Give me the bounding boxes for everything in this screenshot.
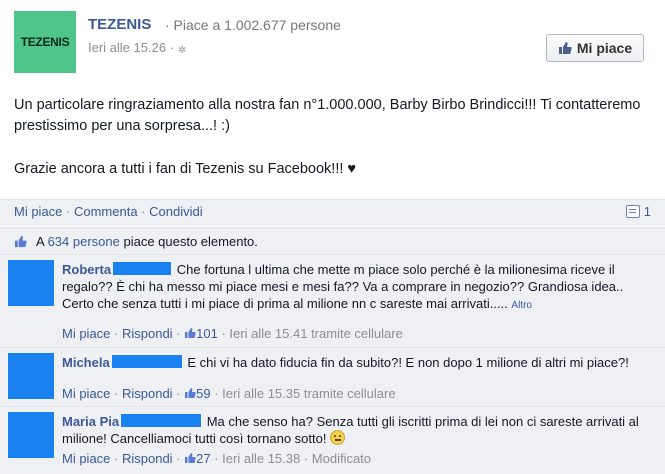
redacted-surname (121, 414, 202, 427)
avatar[interactable] (8, 353, 54, 399)
comment-meta: Mi piace · Rispondi · 59 · Ieri alle 15.… (62, 386, 396, 401)
like-page-label: Mi piace (576, 40, 633, 56)
share-link[interactable]: Condividi (149, 204, 202, 219)
avatar[interactable] (8, 412, 54, 458)
comment-link[interactable]: Commenta (74, 204, 138, 219)
comment-author-link[interactable]: Maria Pia (62, 414, 119, 429)
comment-like-link[interactable]: Mi piace (62, 386, 110, 401)
comment-item: Maria Pia Ma che senso ha? Senza tutti g… (0, 406, 665, 474)
like-count-icon (185, 328, 196, 338)
comment-item: Roberta Che fortuna l ultima che mette m… (0, 254, 665, 347)
comment-icon (625, 205, 640, 218)
comment-body: Maria Pia Ma che senso ha? Senza tutti g… (62, 413, 652, 447)
page-logo[interactable]: TEZENIS (14, 11, 76, 73)
comment-like-count[interactable]: 27 (196, 451, 210, 466)
post-header: TEZENIS TEZENIS · Piace a 1.002.677 pers… (0, 0, 665, 80)
thumbs-up-icon (14, 235, 27, 248)
comment-meta: Mi piace · Rispondi · 101 · Ieri alle 15… (62, 326, 403, 341)
likes-prefix: A (36, 234, 48, 249)
post-action-bar: Mi piace · Commenta · Condividi 1 (0, 199, 665, 226)
thumbs-up-icon (558, 42, 572, 54)
comment-like-link[interactable]: Mi piace (62, 326, 110, 341)
like-post-link[interactable]: Mi piace (14, 204, 62, 219)
like-count-icon (185, 453, 196, 463)
comment-count-value: 1 (643, 204, 651, 219)
comment-like-count[interactable]: 101 (196, 326, 218, 341)
separator: · (137, 204, 150, 219)
post-text-line1: Un particolare ringraziamento alla nostr… (14, 97, 641, 134)
comment-reply-link[interactable]: Rispondi (122, 451, 173, 466)
page-name-link[interactable]: TEZENIS (88, 16, 151, 33)
action-links: Mi piace · Commenta · Condividi (14, 204, 203, 219)
comment-author-link[interactable]: Michela (62, 355, 110, 370)
comment-text: E chi vi ha dato fiducia fin da subito?!… (187, 355, 629, 370)
audience-gear-icon: ✲ (178, 45, 187, 56)
avatar[interactable] (8, 260, 54, 306)
comment-reply-link[interactable]: Rispondi (122, 386, 173, 401)
likes-count-link[interactable]: 634 persone (48, 234, 120, 249)
post-timestamp: Ieri alle 15.26 · ✲ (88, 40, 188, 56)
likes-text: A 634 persone piace questo elemento. (36, 234, 258, 249)
smiley-emoji-icon (330, 430, 346, 445)
comment-item: Michela E chi vi ha dato fiducia fin da … (0, 347, 665, 406)
comment-count[interactable]: 1 (625, 204, 651, 219)
comment-like-count[interactable]: 59 (196, 386, 210, 401)
more-link[interactable]: Altro (511, 300, 532, 311)
page-likes-meta: · Piace a 1.002.677 persone (165, 17, 341, 33)
post-body: Un particolare ringraziamento alla nostr… (14, 95, 654, 180)
like-page-button[interactable]: Mi piace (546, 34, 644, 62)
comment-body: Michela E chi vi ha dato fiducia fin da … (62, 354, 652, 371)
page-logo-text: TEZENIS (20, 35, 70, 49)
comment-reply-link[interactable]: Rispondi (122, 326, 173, 341)
like-count-icon (185, 388, 196, 398)
comment-time: Ieri alle 15.41 tramite cellulare (229, 326, 403, 341)
likes-summary: A 634 persone piace questo elemento. (0, 227, 665, 254)
comment-author-link[interactable]: Roberta (62, 262, 111, 277)
comment-meta: Mi piace · Rispondi · 27 · Ieri alle 15.… (62, 451, 372, 466)
comment-like-link[interactable]: Mi piace (62, 451, 110, 466)
redacted-surname (111, 355, 182, 368)
comment-time: Ieri alle 15.35 tramite cellulare (222, 386, 396, 401)
post-text-line2: Grazie ancora a tutti i fan di Tezenis s… (14, 161, 357, 177)
redacted-surname (113, 262, 172, 275)
likes-suffix: piace questo elemento. (119, 234, 258, 249)
comment-time: Ieri alle 15.38 · Modificato (222, 451, 372, 466)
separator: · (62, 204, 74, 219)
comment-body: Roberta Che fortuna l ultima che mette m… (62, 261, 652, 314)
post-time-text[interactable]: Ieri alle 15.26 · (88, 40, 174, 55)
